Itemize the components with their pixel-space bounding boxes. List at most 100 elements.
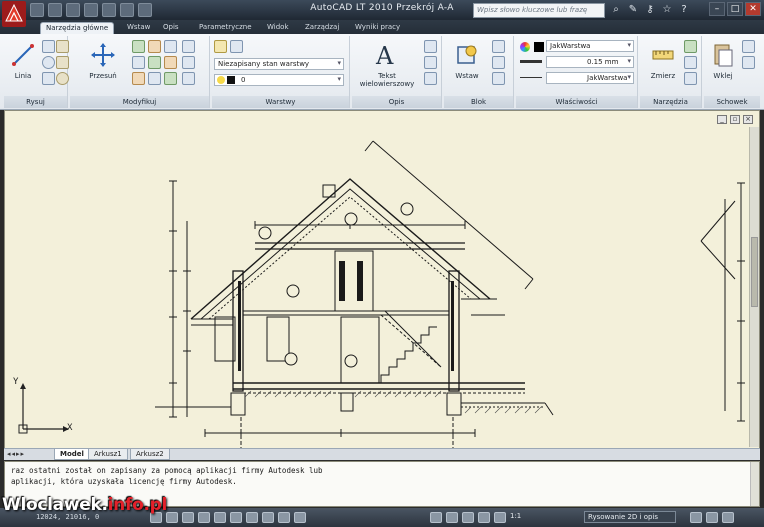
otrack-icon[interactable] [230, 512, 242, 523]
workspace-switcher[interactable]: Rysowanie 2D i opis [584, 511, 676, 523]
dimension-icon[interactable] [424, 40, 437, 53]
scale-icon[interactable] [148, 72, 161, 85]
panel-title-wlasciwosci[interactable]: Właściwości [516, 96, 637, 108]
quick-select-icon[interactable] [684, 40, 697, 53]
ducs-icon[interactable] [246, 512, 258, 523]
leader-icon[interactable] [424, 56, 437, 69]
showmotion-icon[interactable] [494, 512, 506, 523]
copy-icon[interactable] [132, 56, 145, 69]
scrollbar-thumb[interactable] [751, 237, 758, 307]
panel-rysuj: Linia Rysuj [4, 36, 69, 108]
panel-title-modyfikuj[interactable]: Modyfikuj [70, 96, 209, 108]
tools-icon[interactable]: ✎ [627, 3, 639, 16]
edit-block-icon[interactable] [492, 56, 505, 69]
dyn-icon[interactable] [262, 512, 274, 523]
rectangle-icon[interactable] [56, 40, 69, 53]
layer-properties-icon[interactable] [214, 40, 227, 53]
calculator-icon[interactable] [684, 72, 697, 85]
polar-icon[interactable] [198, 512, 210, 523]
annotation-scale[interactable]: 1:1 [510, 512, 521, 520]
panel-title-rysuj[interactable]: Rysuj [4, 96, 67, 108]
subscription-icon[interactable]: ⚷ [644, 3, 656, 16]
cut-icon[interactable] [742, 40, 755, 53]
tab-wyniki-pracy[interactable]: Wyniki pracy [350, 22, 405, 34]
house-cross-section-drawing [155, 140, 745, 451]
tray-settings-icon[interactable] [722, 512, 734, 523]
polyline-icon[interactable] [42, 40, 55, 53]
tekst-wielowierszowy-button[interactable]: A Tekst wielowierszowy [360, 40, 415, 90]
lock-icon[interactable] [690, 512, 702, 523]
vertical-scrollbar[interactable] [749, 127, 759, 447]
tab-parametryczne[interactable]: Parametryczne [194, 22, 257, 34]
lineweight-dropdown[interactable]: 0.15 mm [546, 56, 634, 68]
arc-icon[interactable] [42, 72, 55, 85]
pan-icon[interactable] [446, 512, 458, 523]
tab-zarzadzaj[interactable]: Zarządzaj [300, 22, 344, 34]
minimize-button[interactable]: – [709, 2, 725, 16]
osnap-icon[interactable] [214, 512, 226, 523]
przesun-button[interactable]: Przesuń [86, 40, 120, 90]
tab-opis[interactable]: Opis [158, 22, 184, 34]
explode-icon[interactable] [182, 40, 195, 53]
linetype-dropdown[interactable]: JakWarstwa [546, 72, 634, 84]
zmierz-button[interactable]: Zmierz [646, 40, 680, 90]
tab-wstaw[interactable]: Wstaw [122, 22, 155, 34]
stretch-icon[interactable] [132, 72, 145, 85]
panel-title-opis[interactable]: Opis [352, 96, 441, 108]
tab-arkusz1[interactable]: Arkusz1 [88, 449, 128, 460]
clean-screen-icon[interactable] [706, 512, 718, 523]
erase-icon[interactable] [164, 40, 177, 53]
tab-widok[interactable]: Widok [262, 22, 294, 34]
grid-icon[interactable] [166, 512, 178, 523]
attribute-icon[interactable] [492, 72, 505, 85]
infocenter-icons: ⌕ ✎ ⚷ ☆ ? [610, 3, 690, 16]
window-controls: – □ ✕ [709, 2, 761, 16]
steering-wheel-icon[interactable] [478, 512, 490, 523]
close-button[interactable]: ✕ [745, 2, 761, 16]
create-block-icon[interactable] [492, 40, 505, 53]
linia-button[interactable]: Linia [6, 40, 40, 90]
binoculars-icon[interactable]: ⌕ [610, 3, 622, 16]
trim-icon[interactable] [148, 40, 161, 53]
zoom-icon[interactable] [462, 512, 474, 523]
quick-properties-icon[interactable] [294, 512, 306, 523]
wstaw-button[interactable]: Wstaw [450, 40, 484, 90]
panel-title-warstwy[interactable]: Warstwy [212, 96, 349, 108]
model-space-icon[interactable] [430, 512, 442, 523]
offset-icon[interactable] [182, 56, 195, 69]
help-icon[interactable]: ? [678, 3, 690, 16]
rotate-icon[interactable] [132, 40, 145, 53]
star-icon[interactable]: ☆ [661, 3, 673, 16]
copy-clip-icon[interactable] [742, 56, 755, 69]
join-icon[interactable] [182, 72, 195, 85]
id-point-icon[interactable] [684, 56, 697, 69]
drawing-area[interactable]: _ ▫ × Y X [4, 110, 760, 458]
autocad-logo-icon[interactable] [2, 1, 26, 27]
panel-title-narzedzia[interactable]: Narzędzia [640, 96, 701, 108]
color-dropdown[interactable]: JakWarstwa [546, 40, 634, 52]
layer-state-dropdown[interactable]: Niezapisany stan warstwy [214, 58, 344, 70]
measure-icon [652, 50, 674, 60]
ucs-icon: Y X [13, 377, 73, 439]
tab-narzedzia-glowne[interactable]: Narzędzia główne [40, 22, 115, 34]
wklej-button[interactable]: Wklej [706, 40, 740, 90]
table-icon[interactable] [424, 72, 437, 85]
panel-title-blok[interactable]: Blok [444, 96, 513, 108]
command-scrollbar[interactable] [750, 462, 759, 506]
circle-icon[interactable] [42, 56, 55, 69]
layout-nav-arrows-icon[interactable]: ◂◂▸▸ [7, 450, 25, 458]
ellipse-icon[interactable] [56, 72, 69, 85]
tab-arkusz2[interactable]: Arkusz2 [130, 449, 170, 460]
mirror-icon[interactable] [148, 56, 161, 69]
fillet-icon[interactable] [164, 56, 177, 69]
search-input[interactable]: Wpisz słowo kluczowe lub frazę [473, 3, 605, 18]
layer-state-icon[interactable] [230, 40, 243, 53]
lineweight-toggle-icon[interactable] [278, 512, 290, 523]
tab-model[interactable]: Model [54, 449, 90, 460]
color-wheel-icon [520, 42, 530, 52]
panel-title-schowek[interactable]: Schowek [704, 96, 760, 108]
hatch-icon[interactable] [56, 56, 69, 69]
array-icon[interactable] [164, 72, 177, 85]
ortho-icon[interactable] [182, 512, 194, 523]
maximize-button[interactable]: □ [727, 2, 743, 16]
